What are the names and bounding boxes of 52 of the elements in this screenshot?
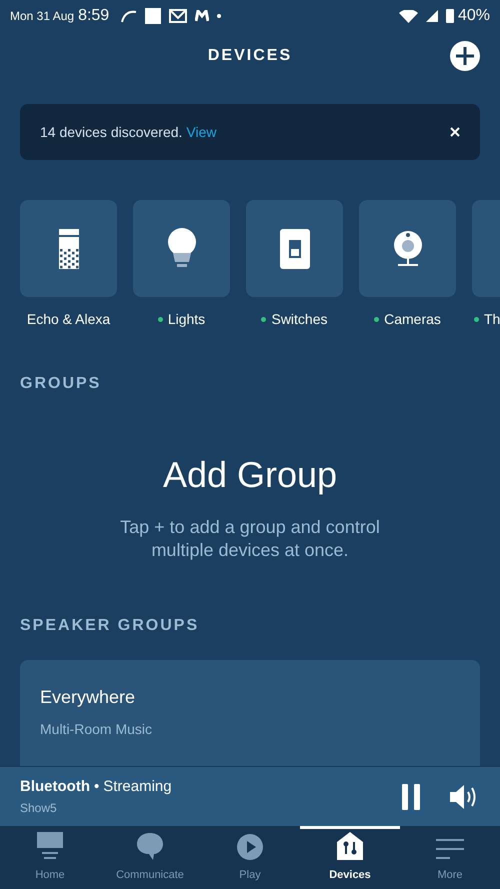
- category-label: Cameras: [384, 310, 441, 329]
- screen-device-icon: [36, 830, 64, 860]
- category-tile[interactable]: [359, 200, 456, 297]
- card-subtitle: Multi-Room Music: [40, 720, 154, 739]
- banner-message: 14 devices discovered.: [40, 122, 182, 142]
- play-icon: [236, 832, 264, 860]
- status-date: Mon 31 Aug: [10, 8, 74, 25]
- plus-icon: [456, 47, 474, 65]
- light-switch-icon: [280, 228, 310, 268]
- section-heading: GROUPS: [19, 374, 102, 394]
- section-heading: SPEAKER GROUPS: [19, 616, 200, 636]
- nav-tab[interactable]: Home: [0, 826, 100, 889]
- m-logo-icon: [195, 10, 210, 22]
- category-tile[interactable]: [246, 200, 343, 297]
- category-tile[interactable]: [20, 200, 117, 297]
- nav-tab[interactable]: Communicate: [100, 826, 200, 889]
- empty-description: Tap + to add a group and control multiple devices at once.: [119, 516, 381, 562]
- page-title: DEVICES: [208, 46, 292, 66]
- close-icon: [450, 127, 460, 137]
- wifi-icon: [398, 10, 418, 22]
- battery-percent: 40%: [458, 6, 490, 26]
- view-link[interactable]: View: [186, 122, 217, 142]
- webcam-icon: [392, 230, 424, 268]
- pause-button[interactable]: [402, 784, 420, 810]
- category-label: Lights: [168, 310, 206, 329]
- device-name: Show5: [20, 800, 58, 817]
- nav-tab[interactable]: Play: [200, 826, 300, 889]
- mail-icon: [169, 9, 188, 23]
- menu-icon: [436, 836, 464, 860]
- category-label: Echo & Alexa: [26, 310, 110, 329]
- nav-tab[interactable]: More: [400, 826, 500, 889]
- category-label: Switches: [271, 310, 328, 329]
- playback-source: Bluetooth: [20, 777, 90, 798]
- close-button[interactable]: [450, 127, 460, 137]
- category-tile[interactable]: [133, 200, 230, 297]
- smart-home-icon: [336, 830, 364, 860]
- speaker-group-card[interactable]: Everywhere Multi-Room Music: [20, 660, 480, 766]
- pause-icon: [402, 784, 420, 810]
- empty-title: Add Group: [162, 453, 338, 497]
- light-bulb-icon: [166, 228, 196, 270]
- add-button[interactable]: [450, 41, 480, 71]
- playback-state: Streaming: [103, 777, 172, 798]
- square-icon: [145, 8, 162, 24]
- nav-tab[interactable]: Devices: [300, 826, 400, 889]
- separator-dot: •: [94, 777, 100, 798]
- battery-icon: [446, 9, 454, 23]
- card-title: Everywhere: [40, 686, 136, 709]
- signal-icon: [426, 10, 438, 22]
- category-label: Th: [484, 310, 500, 329]
- speaker-icon: [58, 228, 80, 268]
- status-time: 8:59: [78, 6, 110, 26]
- speech-bubble-icon: [136, 830, 164, 860]
